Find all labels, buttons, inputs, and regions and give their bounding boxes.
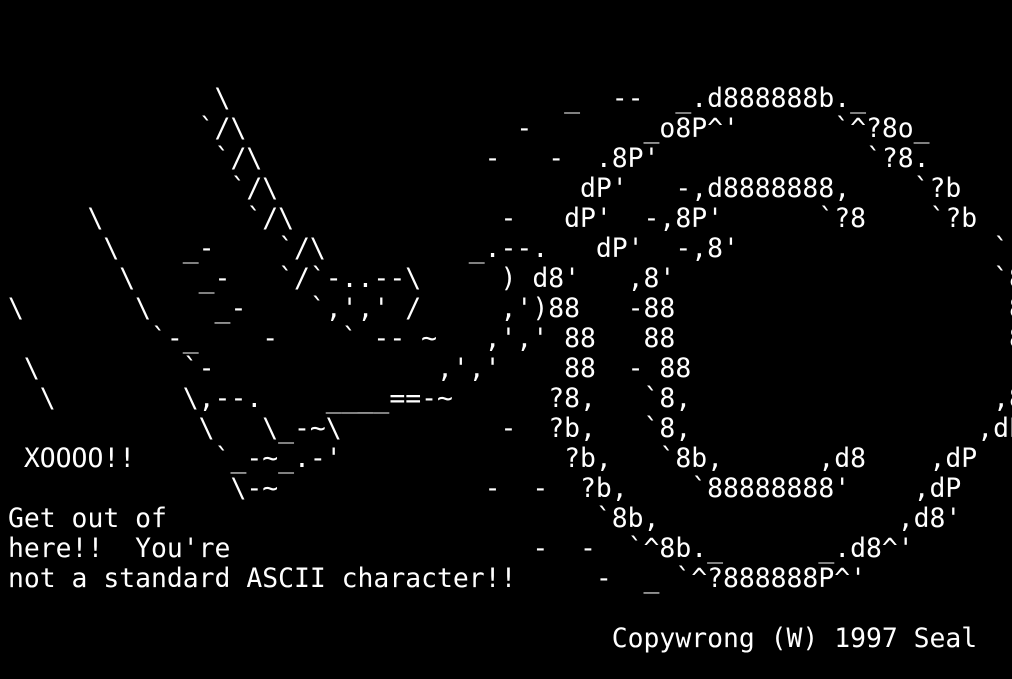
- ascii-line-10: \ `- ,',' 88 - 88 88: [8, 353, 1012, 384]
- terminal-screen: \ _ -- _.d888888b._ `/\ - _o8P^' `^?8o_ …: [0, 0, 1012, 679]
- ascii-line-15: Get out of `8b, ,d8': [8, 503, 962, 534]
- ascii-line-5: \ `/\ - dP' -,8P' `?8 `?b: [8, 203, 978, 234]
- ascii-line-9: `-_ - ` -- ~ ,',' 88 88 88: [8, 323, 1012, 354]
- ascii-line-17: not a standard ASCII character!! - _ `^?…: [8, 563, 866, 594]
- ascii-line-12: \ \_-~\ - ?b, `8, ,dP: [8, 413, 1012, 444]
- ascii-line-6: \ _- `/\ _.--. dP' -,8' `?b: [8, 233, 1012, 264]
- ascii-line-4: `/\ dP' -,d8888888, `?b: [8, 173, 962, 204]
- ascii-line-2: `/\ - _o8P^' `^?8o_: [8, 113, 930, 144]
- ascii-line-19: Copywrong (W) 1997 Seal: [8, 623, 978, 654]
- ascii-line-18: [8, 594, 1012, 624]
- ascii-line-8: \ \ _- `,',' / ,')88 -88 88: [8, 293, 1012, 324]
- ascii-line-1: \ _ -- _.d888888b._: [8, 83, 866, 114]
- ascii-line-13: XOOOO!! `_-~_.-' ?b, `8b, ,d8 ,dP: [8, 443, 978, 474]
- ascii-art: \ _ -- _.d888888b._ `/\ - _o8P^' `^?8o_ …: [8, 84, 1012, 654]
- ascii-line-3: `/\ - - .8P' `?8.: [8, 143, 930, 174]
- ascii-line-16: here!! You're - - `^8b._ _.d8^': [8, 533, 914, 564]
- ascii-line-11: \ \,--. ____==-~ ?8, `8, ,8P: [8, 383, 1012, 414]
- ascii-line-14: \-~ - - ?b, `88888888' ,dP: [8, 473, 962, 504]
- ascii-line-7: \ _- `/`-..--\ ) d8' ,8' `8b: [8, 263, 1012, 294]
